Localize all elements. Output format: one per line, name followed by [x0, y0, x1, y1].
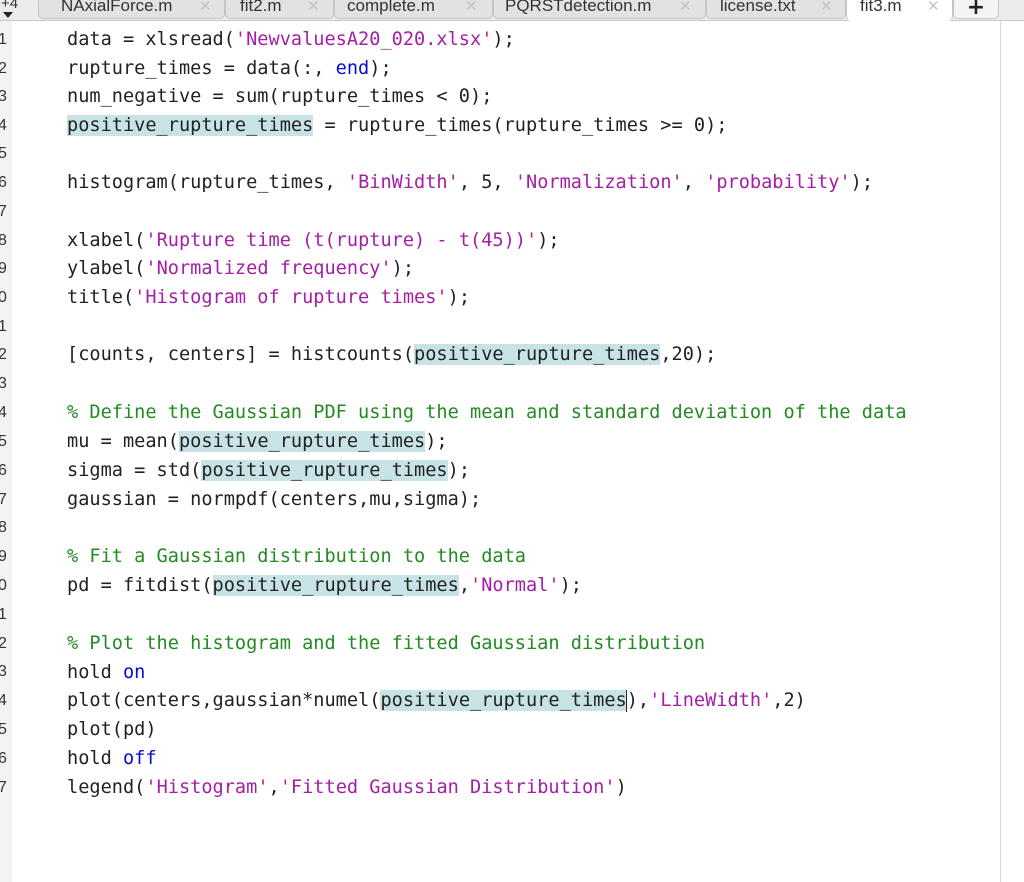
line-number: 6 — [0, 750, 7, 767]
close-icon[interactable]: ✕ — [927, 0, 940, 15]
variable-highlight: positive_rupture_times — [380, 690, 627, 711]
line-number: 5 — [0, 433, 7, 450]
code-editor[interactable]: data = xlsread('NewvaluesA20_020.xlsx');… — [12, 21, 1000, 882]
tab-license[interactable]: license.txt ✕ — [706, 0, 846, 19]
chevron-down-icon — [3, 12, 13, 18]
code-line-19: % Fit a Gaussian distribution to the dat… — [67, 546, 526, 567]
line-number: 6 — [0, 462, 7, 479]
code-line-22: % Plot the histogram and the fitted Gaus… — [67, 633, 706, 654]
code-line-6: histogram(rupture_times, 'BinWidth', 5, … — [67, 172, 874, 193]
code-line-20: pd = fitdist(positive_rupture_times,'Nor… — [67, 575, 582, 596]
code-line-26: hold off — [67, 748, 157, 769]
code-line-25: plot(pd) — [67, 719, 157, 740]
tab-fit2[interactable]: fit2.m ✕ — [225, 0, 334, 19]
line-number: 7 — [0, 779, 7, 796]
close-icon[interactable]: ✕ — [679, 0, 692, 15]
tab-label: fit3.m — [860, 0, 902, 15]
line-number: 3 — [0, 663, 7, 680]
code-line-14: % Define the Gaussian PDF using the mean… — [67, 402, 907, 423]
tab-label: fit2.m — [240, 0, 282, 15]
code-line-4: positive_rupture_times = rupture_times(r… — [67, 115, 728, 136]
code-line-27: legend('Histogram','Fitted Gaussian Dist… — [67, 777, 627, 798]
close-icon[interactable]: ✕ — [199, 0, 212, 15]
line-number: 3 — [0, 88, 7, 105]
code-line-23: hold on — [67, 662, 146, 683]
line-number: 0 — [0, 577, 7, 594]
variable-highlight: positive_rupture_times — [212, 575, 459, 596]
line-number: 4 — [0, 692, 7, 709]
code-line-2: rupture_times = data(:, end); — [67, 58, 392, 79]
close-icon[interactable]: ✕ — [307, 0, 320, 15]
variable-highlight: positive_rupture_times — [67, 115, 314, 136]
line-number: 6 — [0, 174, 7, 191]
line-number: 8 — [0, 519, 7, 536]
code-line-16: sigma = std(positive_rupture_times); — [67, 460, 471, 481]
tab-label: complete.m — [347, 0, 435, 15]
line-number: 9 — [0, 548, 7, 565]
line-number: 4 — [0, 404, 7, 421]
line-number: 5 — [0, 145, 7, 162]
line-number: 0 — [0, 289, 7, 306]
code-line-24: plot(centers,gaussian*numel(positive_rup… — [67, 689, 806, 712]
variable-highlight: positive_rupture_times — [414, 344, 661, 365]
line-number: 4 — [0, 117, 7, 134]
add-tab-button[interactable]: + — [953, 0, 999, 20]
line-number: 2 — [0, 635, 7, 652]
tab-fit3[interactable]: fit3.m ✕ — [846, 0, 953, 21]
line-number: 2 — [0, 346, 7, 363]
code-line-12: [counts, centers] = histcounts(positive_… — [67, 344, 717, 365]
code-line-8: xlabel('Rupture time (t(rupture) - t(45)… — [67, 230, 560, 251]
line-number: 3 — [0, 375, 7, 392]
tab-label: PQRSTdetection.m — [505, 0, 652, 15]
line-number: 1 — [0, 606, 7, 623]
code-line-3: num_negative = sum(rupture_times < 0); — [67, 86, 493, 107]
tab-overflow-menu[interactable]: +4 — [0, 0, 30, 20]
line-number: 2 — [0, 60, 7, 77]
code-line-9: ylabel('Normalized frequency'); — [67, 258, 415, 279]
line-number: 9 — [0, 260, 7, 277]
line-number: 7 — [0, 491, 7, 508]
code-line-1: data = xlsread('NewvaluesA20_020.xlsx'); — [67, 29, 515, 50]
code-line-17: gaussian = normpdf(centers,mu,sigma); — [67, 489, 482, 510]
line-number: 1 — [0, 31, 7, 48]
tab-complete[interactable]: complete.m ✕ — [334, 0, 493, 19]
tab-naxialforce[interactable]: NAxialForce.m ✕ — [38, 0, 225, 19]
tab-label: NAxialForce.m — [61, 0, 173, 15]
tab-label: license.txt — [720, 0, 796, 15]
variable-highlight: positive_rupture_times — [201, 460, 448, 481]
editor-tab-bar: +4 NAxialForce.m ✕ fit2.m ✕ complete.m ✕… — [0, 0, 1024, 21]
right-margin-line — [1000, 21, 1001, 882]
line-number: 1 — [0, 318, 7, 335]
tab-pqrstdetection[interactable]: PQRSTdetection.m ✕ — [493, 0, 706, 19]
close-icon[interactable]: ✕ — [465, 0, 478, 15]
line-number: 5 — [0, 721, 7, 738]
variable-highlight: positive_rupture_times — [178, 431, 426, 452]
line-number: 8 — [0, 232, 7, 249]
line-number: 7 — [0, 203, 7, 220]
code-line-10: title('Histogram of rupture times'); — [67, 287, 471, 308]
tab-overflow-count: +4 — [1, 0, 19, 12]
close-icon[interactable]: ✕ — [820, 0, 833, 15]
code-line-15: mu = mean(positive_rupture_times); — [67, 431, 448, 452]
